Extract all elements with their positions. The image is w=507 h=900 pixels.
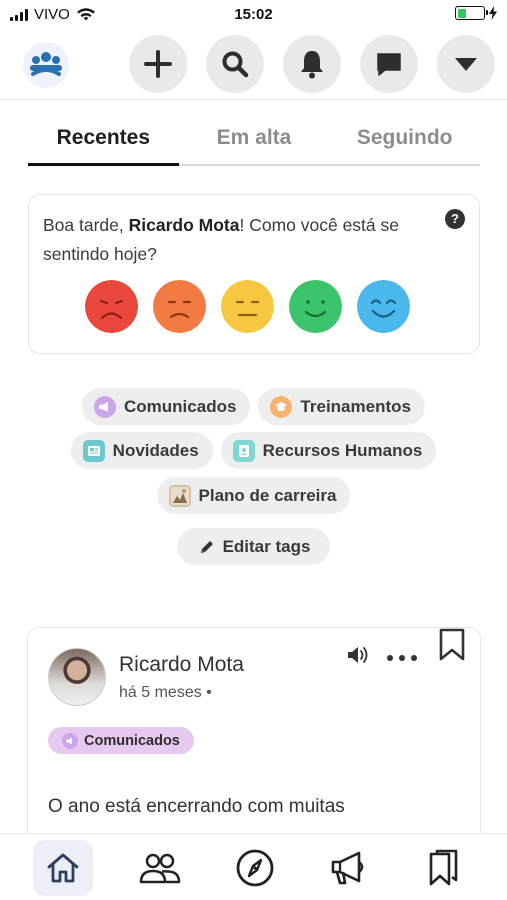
app-logo[interactable] — [23, 42, 69, 88]
megaphone-icon — [94, 395, 117, 418]
nav-saved[interactable] — [414, 840, 474, 896]
people-icon — [139, 853, 181, 884]
bookmark-icon[interactable] — [438, 628, 466, 662]
post-tag-comunicados[interactable]: Comunicados — [48, 727, 194, 754]
notifications-button[interactable] — [283, 35, 341, 93]
nav-home[interactable] — [33, 840, 93, 896]
search-button[interactable] — [206, 35, 264, 93]
mood-question: Boa tarde, Ricardo Mota! Como você está … — [43, 215, 400, 264]
nav-people[interactable] — [130, 840, 190, 896]
add-button[interactable] — [129, 35, 187, 93]
megaphone-icon — [62, 732, 78, 749]
top-app-bar — [0, 30, 507, 100]
tab-seguindo[interactable]: Seguindo — [329, 114, 480, 164]
avatar[interactable] — [48, 648, 106, 706]
post-timestamp: há 5 meses • — [119, 684, 212, 701]
bookmarks-icon — [429, 849, 458, 886]
neutral-face-icon[interactable] — [221, 280, 274, 333]
search-icon — [222, 51, 249, 78]
tag-recursos-humanos[interactable]: Recursos Humanos — [220, 432, 437, 469]
chat-icon — [377, 53, 401, 76]
home-icon — [47, 853, 79, 883]
tag-plano-de-carreira[interactable]: Plano de carreira — [156, 477, 351, 514]
very-happy-face-icon[interactable] — [357, 280, 410, 333]
caret-down-icon — [455, 58, 477, 71]
more-options-icon[interactable] — [386, 654, 418, 662]
tab-em-alta[interactable]: Em alta — [179, 114, 330, 164]
sad-face-icon[interactable] — [153, 280, 206, 333]
messages-button[interactable] — [360, 35, 418, 93]
tab-recentes[interactable]: Recentes — [28, 114, 179, 166]
newspaper-icon — [82, 439, 105, 462]
happy-face-icon[interactable] — [289, 280, 342, 333]
post-body: O ano está encerrando com muitas — [48, 796, 345, 817]
feed-tabs: Recentes Em alta Seguindo — [28, 114, 480, 166]
tag-row-3: Plano de carreira — [0, 477, 507, 514]
career-image-icon — [168, 484, 191, 507]
tag-comunicados[interactable]: Comunicados — [82, 388, 251, 425]
very-sad-face-icon[interactable] — [85, 280, 138, 333]
charging-icon — [489, 6, 497, 20]
bottom-nav — [0, 833, 507, 900]
menu-dropdown-button[interactable] — [437, 35, 495, 93]
tag-row-2: Novidades Recursos Humanos — [0, 432, 507, 469]
clock: 15:02 — [234, 6, 273, 23]
compass-icon — [236, 849, 274, 887]
graduation-cap-icon — [270, 395, 293, 418]
megaphone-icon — [331, 851, 364, 885]
mood-check-card: Boa tarde, Ricardo Mota! Como você está … — [28, 194, 480, 354]
plus-icon — [144, 50, 172, 78]
edit-tags-button[interactable]: Editar tags — [176, 528, 331, 565]
id-badge-icon — [232, 439, 255, 462]
nav-explore[interactable] — [225, 840, 285, 896]
battery-icon — [455, 6, 488, 20]
mood-faces — [85, 280, 410, 333]
user-name: Ricardo Mota — [128, 215, 240, 235]
post-author[interactable]: Ricardo Mota — [119, 653, 244, 677]
tag-row-1: Comunicados Treinamentos — [0, 388, 507, 425]
tag-novidades[interactable]: Novidades — [70, 432, 213, 469]
bell-icon — [301, 51, 323, 79]
nav-announcements[interactable] — [320, 840, 380, 896]
help-icon[interactable]: ? — [445, 209, 465, 229]
tag-treinamentos[interactable]: Treinamentos — [258, 388, 425, 425]
speaker-icon[interactable] — [346, 644, 372, 666]
edit-tags-row: Editar tags — [0, 528, 507, 565]
status-bar: VIVO 15:02 — [0, 0, 507, 30]
pencil-icon — [200, 540, 213, 553]
